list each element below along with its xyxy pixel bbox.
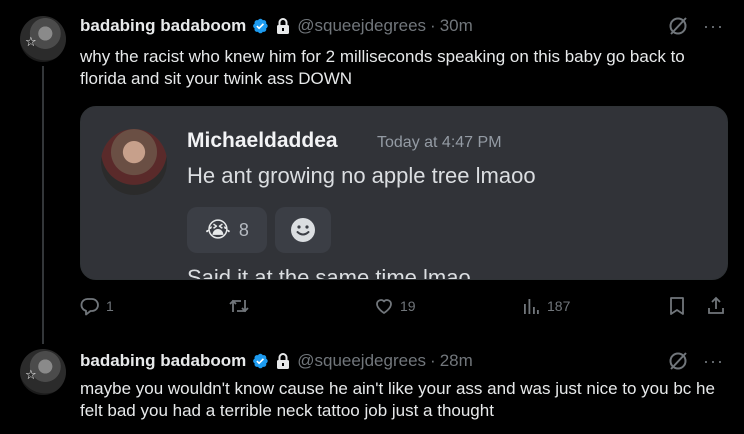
- share-button[interactable]: [706, 296, 726, 316]
- display-name[interactable]: badabing badaboom: [80, 16, 246, 36]
- timestamp[interactable]: 28m: [440, 351, 473, 371]
- star-icon: ☆: [25, 35, 37, 50]
- bookmark-icon: [670, 297, 684, 315]
- thread-connector-line: [42, 66, 44, 344]
- embed-timestamp: Today at 4:47 PM: [377, 134, 502, 151]
- reply-button[interactable]: 1: [80, 296, 114, 316]
- like-count: 19: [400, 298, 416, 314]
- lock-icon: [277, 18, 290, 34]
- embed-message: He ant growing no apple tree lmaoo: [187, 163, 536, 188]
- tweet-action-bar: 1 19 187: [80, 296, 726, 318]
- tweet-header: badabing badaboom @squeejdegrees · 28m: [80, 350, 473, 372]
- timestamp[interactable]: 30m: [440, 16, 473, 36]
- tweet-text: why the racist who knew him for 2 millis…: [80, 47, 685, 88]
- avatar[interactable]: ☆: [20, 16, 66, 62]
- tweet-top-actions: ···: [667, 15, 724, 37]
- share-icon: [708, 296, 724, 314]
- grok-icon[interactable]: [667, 15, 689, 37]
- tweet-top-actions: ···: [667, 350, 724, 372]
- view-count: 187: [547, 298, 571, 314]
- embed-add-reaction: [275, 207, 331, 253]
- retweet-icon: [229, 299, 249, 313]
- more-options-icon[interactable]: ···: [703, 352, 724, 370]
- display-name[interactable]: badabing badaboom: [80, 351, 246, 371]
- more-options-icon[interactable]: ···: [703, 17, 724, 35]
- verified-badge-icon: [253, 353, 268, 369]
- reply-icon: [80, 298, 99, 316]
- separator-dot: ·: [430, 16, 436, 35]
- tweet-header: badabing badaboom @squeejdegrees · 30m: [80, 15, 473, 37]
- bookmark-button[interactable]: [668, 296, 686, 316]
- views-chart-icon: [524, 299, 539, 314]
- views-button[interactable]: 187: [521, 296, 570, 316]
- verified-badge-icon: [253, 18, 268, 34]
- reply-count: 1: [106, 298, 114, 314]
- heart-icon: [376, 299, 392, 314]
- embed-author-avatar: [101, 129, 167, 195]
- embed-reaction: 😭 8: [187, 207, 267, 253]
- retweet-button[interactable]: [228, 296, 256, 316]
- embed-cutoff-message: Said it at the same time lmao: [187, 265, 471, 280]
- embed-reaction-count: 8: [238, 219, 249, 240]
- separator-dot: ·: [430, 351, 436, 370]
- tweet-text: maybe you wouldn't know cause he ain't l…: [80, 379, 715, 420]
- like-button[interactable]: 19: [374, 296, 416, 316]
- lock-icon: [277, 353, 290, 369]
- star-icon: ☆: [25, 368, 37, 383]
- embedded-media[interactable]: Michaeldaddea Today at 4:47 PM He ant gr…: [80, 106, 728, 280]
- avatar[interactable]: ☆: [20, 349, 66, 395]
- embed-author-name: Michaeldaddea: [187, 129, 338, 152]
- handle[interactable]: @squeejdegrees: [297, 16, 426, 36]
- smiley-icon: [291, 218, 315, 242]
- grok-icon[interactable]: [667, 350, 689, 372]
- crying-face-icon: 😭: [205, 217, 231, 242]
- handle[interactable]: @squeejdegrees: [297, 351, 426, 371]
